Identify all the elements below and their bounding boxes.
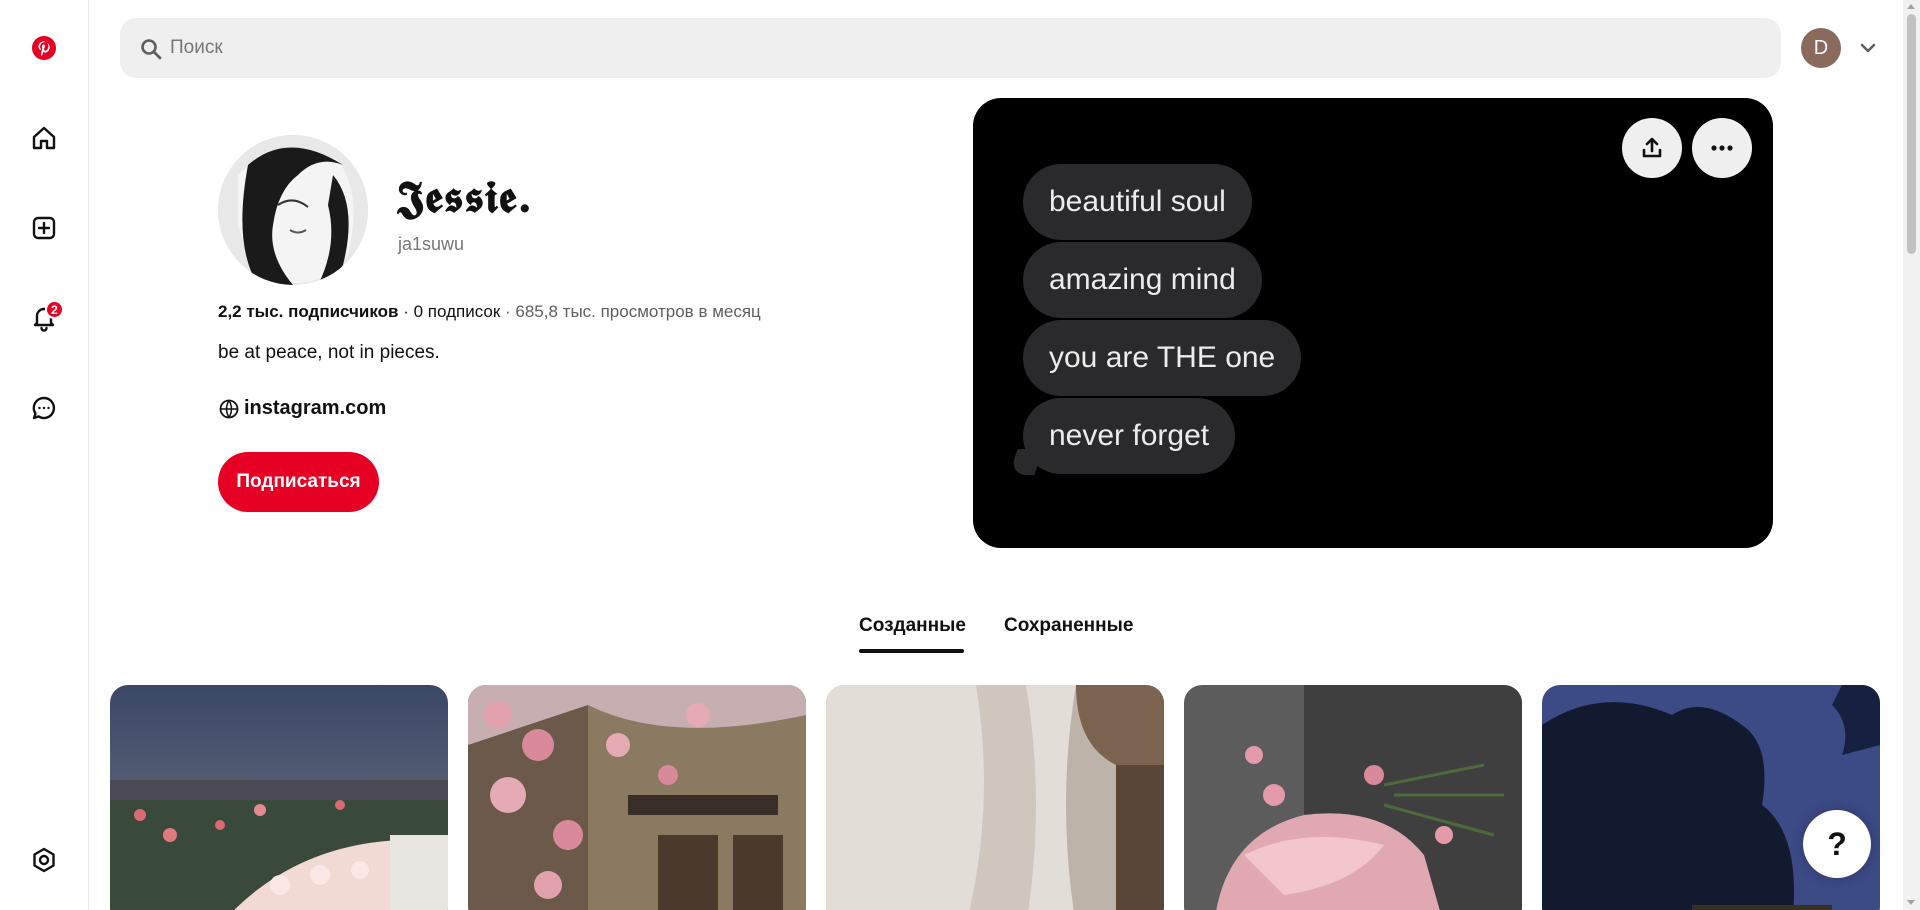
pin-card[interactable] — [110, 685, 448, 910]
scrollbar-thumb[interactable] — [1907, 14, 1916, 254]
profile-bio: be at peace, not in pieces. — [218, 342, 440, 363]
follow-button[interactable]: Подписаться — [218, 452, 379, 512]
share-button[interactable] — [1622, 118, 1682, 178]
pin-card[interactable] — [1184, 685, 1522, 910]
globe-icon — [219, 399, 239, 418]
notifications-count-badge: 2 — [45, 300, 64, 319]
chevron-down-icon[interactable] — [1854, 34, 1882, 62]
user-avatar-button[interactable]: D — [1801, 28, 1841, 68]
notifications-bell-icon[interactable]: 2 — [20, 294, 68, 342]
scroll-up-arrow-icon[interactable] — [1907, 4, 1915, 9]
message-bubble: you are THE one — [1023, 320, 1302, 396]
profile-avatar — [218, 135, 368, 285]
website-link[interactable]: instagram.com — [218, 397, 386, 420]
help-button[interactable]: ? — [1803, 810, 1871, 878]
profile-handle: ja1suwu — [398, 234, 465, 254]
page-scrollbar[interactable] — [1903, 0, 1920, 910]
scroll-down-arrow-icon[interactable] — [1907, 900, 1915, 905]
share-upload-icon — [1642, 137, 1662, 158]
pinterest-logo-icon[interactable] — [20, 24, 68, 72]
following-count-link[interactable]: 0 подписок — [414, 302, 501, 321]
search-icon — [141, 39, 162, 60]
message-bubble: amazing mind — [1023, 242, 1262, 318]
search-bar[interactable] — [120, 18, 1781, 78]
monthly-views: 685,8 тыс. просмотров в месяц — [515, 302, 761, 321]
create-pin-icon[interactable] — [20, 204, 68, 252]
messages-chat-icon[interactable] — [20, 384, 68, 432]
more-options-button[interactable] — [1692, 118, 1752, 178]
message-bubble: never forget — [1023, 398, 1236, 474]
settings-gear-icon[interactable] — [20, 836, 68, 884]
tab-saved[interactable]: Сохраненные — [1004, 615, 1133, 637]
message-bubble: beautiful soul — [1023, 164, 1252, 240]
ellipsis-icon — [1711, 145, 1733, 151]
active-tab-underline — [859, 649, 964, 653]
search-input[interactable] — [170, 18, 1750, 78]
profile-cover-image: beautiful soul amazing mind you are THE … — [973, 98, 1773, 548]
home-icon[interactable] — [20, 114, 68, 162]
tab-created[interactable]: Созданные — [859, 615, 966, 637]
pin-card[interactable] — [468, 685, 806, 910]
pin-card[interactable] — [826, 685, 1164, 910]
stats-separator: · — [398, 302, 414, 321]
profile-stats: 2,2 тыс. подписчиков · 0 подписок · 685,… — [218, 302, 761, 322]
stats-separator: · — [500, 302, 516, 321]
left-navigation-rail: 2 — [0, 0, 89, 910]
website-link-text[interactable]: instagram.com — [244, 397, 386, 420]
profile-name: 𝕵𝖊𝖘𝖘𝖎𝖊. — [397, 172, 534, 223]
followers-count-link[interactable]: 2,2 тыс. подписчиков — [218, 302, 399, 321]
